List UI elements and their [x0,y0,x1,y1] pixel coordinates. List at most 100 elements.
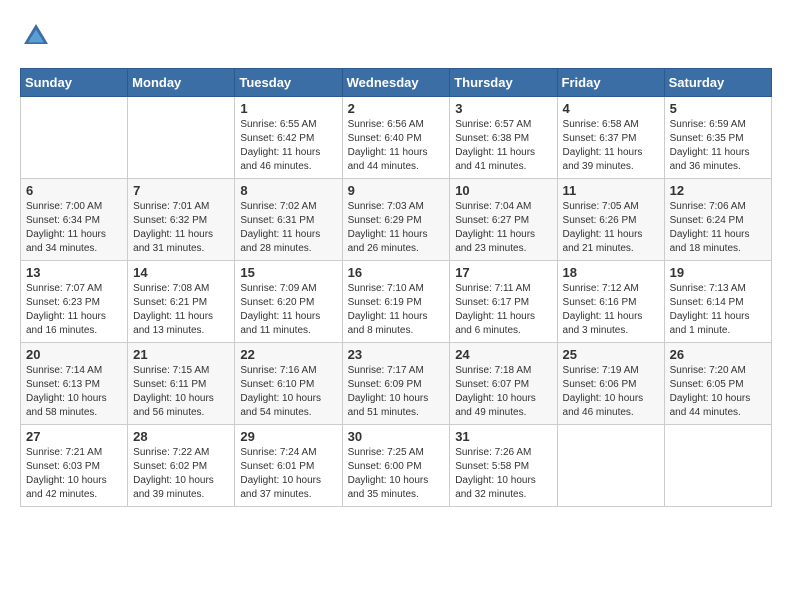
day-number: 20 [26,347,122,362]
calendar-cell: 7Sunrise: 7:01 AM Sunset: 6:32 PM Daylig… [128,179,235,261]
weekday-header: Wednesday [342,69,450,97]
calendar-table: SundayMondayTuesdayWednesdayThursdayFrid… [20,68,772,507]
day-number: 22 [240,347,336,362]
calendar-cell [21,97,128,179]
calendar-week-row: 20 Sunrise: 7:14 AM Sunset: 6:13 PM Dayli… [21,343,772,425]
calendar-cell: 21 Sunrise: 7:15 AM Sunset: 6:11 PM Dayli… [128,343,235,425]
calendar-week-row: 13Sunrise: 7:07 AM Sunset: 6:23 PM Dayli… [21,261,772,343]
day-detail: Sunrise: 7:05 AM Sunset: 6:26 PM Dayligh… [563,200,659,256]
calendar-week-row: 27 Sunrise: 7:21 AM Sunset: 6:03 PM Dayli… [21,425,772,507]
day-number: 3 [455,101,551,116]
weekday-header: Sunday [21,69,128,97]
day-detail: Sunrise: 7:21 AM Sunset: 6:03 PM Dayligh… [26,446,122,502]
day-number: 14 [133,265,229,280]
day-detail: Sunrise: 7:24 AM Sunset: 6:01 PM Dayligh… [240,446,336,502]
logo-icon [20,20,52,52]
day-number: 18 [563,265,659,280]
day-detail: Sunrise: 7:18 AM Sunset: 6:07 PM Dayligh… [455,364,551,420]
day-detail: Sunrise: 7:02 AM Sunset: 6:31 PM Dayligh… [240,200,336,256]
weekday-header: Tuesday [235,69,342,97]
day-detail: Sunrise: 7:09 AM Sunset: 6:20 PM Dayligh… [240,282,336,338]
day-detail: Sunrise: 6:57 AM Sunset: 6:38 PM Dayligh… [455,118,551,174]
day-detail: Sunrise: 7:15 AM Sunset: 6:11 PM Dayligh… [133,364,229,420]
day-number: 26 [670,347,766,362]
day-number: 5 [670,101,766,116]
calendar-cell: 5 Sunrise: 6:59 AM Sunset: 6:35 PM Daylig… [664,97,771,179]
calendar-cell: 28 Sunrise: 7:22 AM Sunset: 6:02 PM Dayli… [128,425,235,507]
day-number: 10 [455,183,551,198]
day-detail: Sunrise: 7:10 AM Sunset: 6:19 PM Dayligh… [348,282,445,338]
weekday-header: Saturday [664,69,771,97]
day-number: 8 [240,183,336,198]
calendar-cell: 23 Sunrise: 7:17 AM Sunset: 6:09 PM Dayli… [342,343,450,425]
page-header [20,20,772,52]
day-number: 4 [563,101,659,116]
day-detail: Sunrise: 7:22 AM Sunset: 6:02 PM Dayligh… [133,446,229,502]
day-number: 23 [348,347,445,362]
day-number: 9 [348,183,445,198]
calendar-cell: 6 Sunrise: 7:00 AM Sunset: 6:34 PM Daylig… [21,179,128,261]
day-detail: Sunrise: 7:16 AM Sunset: 6:10 PM Dayligh… [240,364,336,420]
weekday-header: Monday [128,69,235,97]
calendar-cell: 1 Sunrise: 6:55 AM Sunset: 6:42 PM Daylig… [235,97,342,179]
calendar-cell: 3 Sunrise: 6:57 AM Sunset: 6:38 PM Daylig… [450,97,557,179]
day-number: 11 [563,183,659,198]
day-number: 27 [26,429,122,444]
day-number: 16 [348,265,445,280]
day-detail: Sunrise: 7:11 AM Sunset: 6:17 PM Dayligh… [455,282,551,338]
day-detail: Sunrise: 7:17 AM Sunset: 6:09 PM Dayligh… [348,364,445,420]
calendar-week-row: 6 Sunrise: 7:00 AM Sunset: 6:34 PM Daylig… [21,179,772,261]
day-number: 21 [133,347,229,362]
day-detail: Sunrise: 7:14 AM Sunset: 6:13 PM Dayligh… [26,364,122,420]
calendar-cell: 9 Sunrise: 7:03 AM Sunset: 6:29 PM Daylig… [342,179,450,261]
calendar-cell: 24 Sunrise: 7:18 AM Sunset: 6:07 PM Dayli… [450,343,557,425]
day-detail: Sunrise: 7:26 AM Sunset: 5:58 PM Dayligh… [455,446,551,502]
day-detail: Sunrise: 7:08 AM Sunset: 6:21 PM Dayligh… [133,282,229,338]
day-detail: Sunrise: 7:03 AM Sunset: 6:29 PM Dayligh… [348,200,445,256]
calendar-cell: 18 Sunrise: 7:12 AM Sunset: 6:16 PM Dayli… [557,261,664,343]
day-number: 29 [240,429,336,444]
calendar-cell: 25Sunrise: 7:19 AM Sunset: 6:06 PM Dayli… [557,343,664,425]
day-number: 15 [240,265,336,280]
calendar-cell: 19 Sunrise: 7:13 AM Sunset: 6:14 PM Dayli… [664,261,771,343]
day-number: 17 [455,265,551,280]
day-detail: Sunrise: 7:25 AM Sunset: 6:00 PM Dayligh… [348,446,445,502]
day-number: 1 [240,101,336,116]
calendar-cell: 13Sunrise: 7:07 AM Sunset: 6:23 PM Dayli… [21,261,128,343]
day-number: 7 [133,183,229,198]
calendar-cell: 12Sunrise: 7:06 AM Sunset: 6:24 PM Dayli… [664,179,771,261]
day-number: 30 [348,429,445,444]
calendar-cell: 17 Sunrise: 7:11 AM Sunset: 6:17 PM Dayli… [450,261,557,343]
calendar-cell [557,425,664,507]
day-number: 25 [563,347,659,362]
calendar-cell: 31 Sunrise: 7:26 AM Sunset: 5:58 PM Dayli… [450,425,557,507]
day-detail: Sunrise: 6:56 AM Sunset: 6:40 PM Dayligh… [348,118,445,174]
calendar-cell [128,97,235,179]
day-number: 31 [455,429,551,444]
weekday-header-row: SundayMondayTuesdayWednesdayThursdayFrid… [21,69,772,97]
calendar-cell [664,425,771,507]
day-detail: Sunrise: 6:58 AM Sunset: 6:37 PM Dayligh… [563,118,659,174]
calendar-cell: 27 Sunrise: 7:21 AM Sunset: 6:03 PM Dayli… [21,425,128,507]
day-number: 2 [348,101,445,116]
calendar-cell: 2 Sunrise: 6:56 AM Sunset: 6:40 PM Daylig… [342,97,450,179]
day-number: 6 [26,183,122,198]
day-detail: Sunrise: 7:00 AM Sunset: 6:34 PM Dayligh… [26,200,122,256]
day-detail: Sunrise: 7:13 AM Sunset: 6:14 PM Dayligh… [670,282,766,338]
calendar-cell: 20 Sunrise: 7:14 AM Sunset: 6:13 PM Dayli… [21,343,128,425]
calendar-week-row: 1 Sunrise: 6:55 AM Sunset: 6:42 PM Daylig… [21,97,772,179]
calendar-cell: 10Sunrise: 7:04 AM Sunset: 6:27 PM Dayli… [450,179,557,261]
day-detail: Sunrise: 6:55 AM Sunset: 6:42 PM Dayligh… [240,118,336,174]
calendar-cell: 14 Sunrise: 7:08 AM Sunset: 6:21 PM Dayli… [128,261,235,343]
day-number: 24 [455,347,551,362]
logo [20,20,56,52]
calendar-cell: 15 Sunrise: 7:09 AM Sunset: 6:20 PM Dayli… [235,261,342,343]
day-number: 12 [670,183,766,198]
calendar-cell: 29 Sunrise: 7:24 AM Sunset: 6:01 PM Dayli… [235,425,342,507]
day-detail: Sunrise: 7:12 AM Sunset: 6:16 PM Dayligh… [563,282,659,338]
day-number: 28 [133,429,229,444]
calendar-cell: 4 Sunrise: 6:58 AM Sunset: 6:37 PM Daylig… [557,97,664,179]
day-number: 19 [670,265,766,280]
day-detail: Sunrise: 6:59 AM Sunset: 6:35 PM Dayligh… [670,118,766,174]
calendar-cell: 8 Sunrise: 7:02 AM Sunset: 6:31 PM Daylig… [235,179,342,261]
